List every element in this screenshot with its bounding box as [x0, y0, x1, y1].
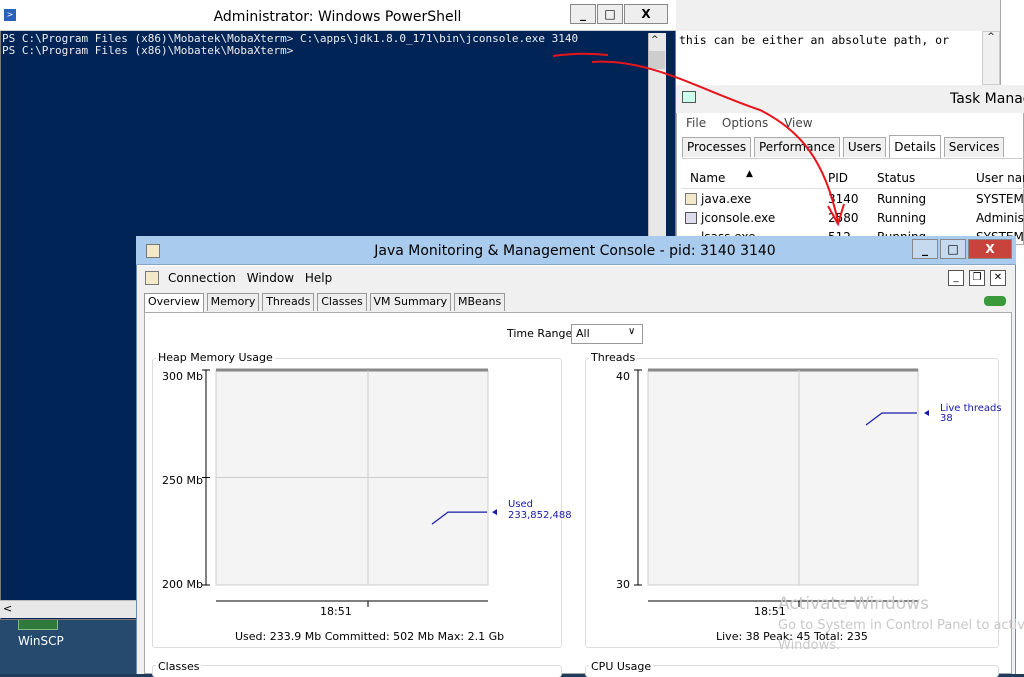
cpu-chart-title: CPU Usage: [589, 660, 654, 673]
charts-svg: [202, 368, 929, 607]
classes-chart-title: Classes: [156, 660, 202, 673]
classes-chart-panel: [152, 665, 562, 677]
plot-area: [647, 369, 919, 586]
activation-watermark: Go to System in Control Panel to activ: [778, 618, 1024, 633]
activation-watermark: Windows.: [778, 638, 841, 653]
background-window-edge: [1016, 245, 1024, 674]
series-marker: [924, 410, 929, 416]
activation-watermark: Activate Windows: [778, 594, 929, 614]
series-marker: [492, 509, 497, 516]
